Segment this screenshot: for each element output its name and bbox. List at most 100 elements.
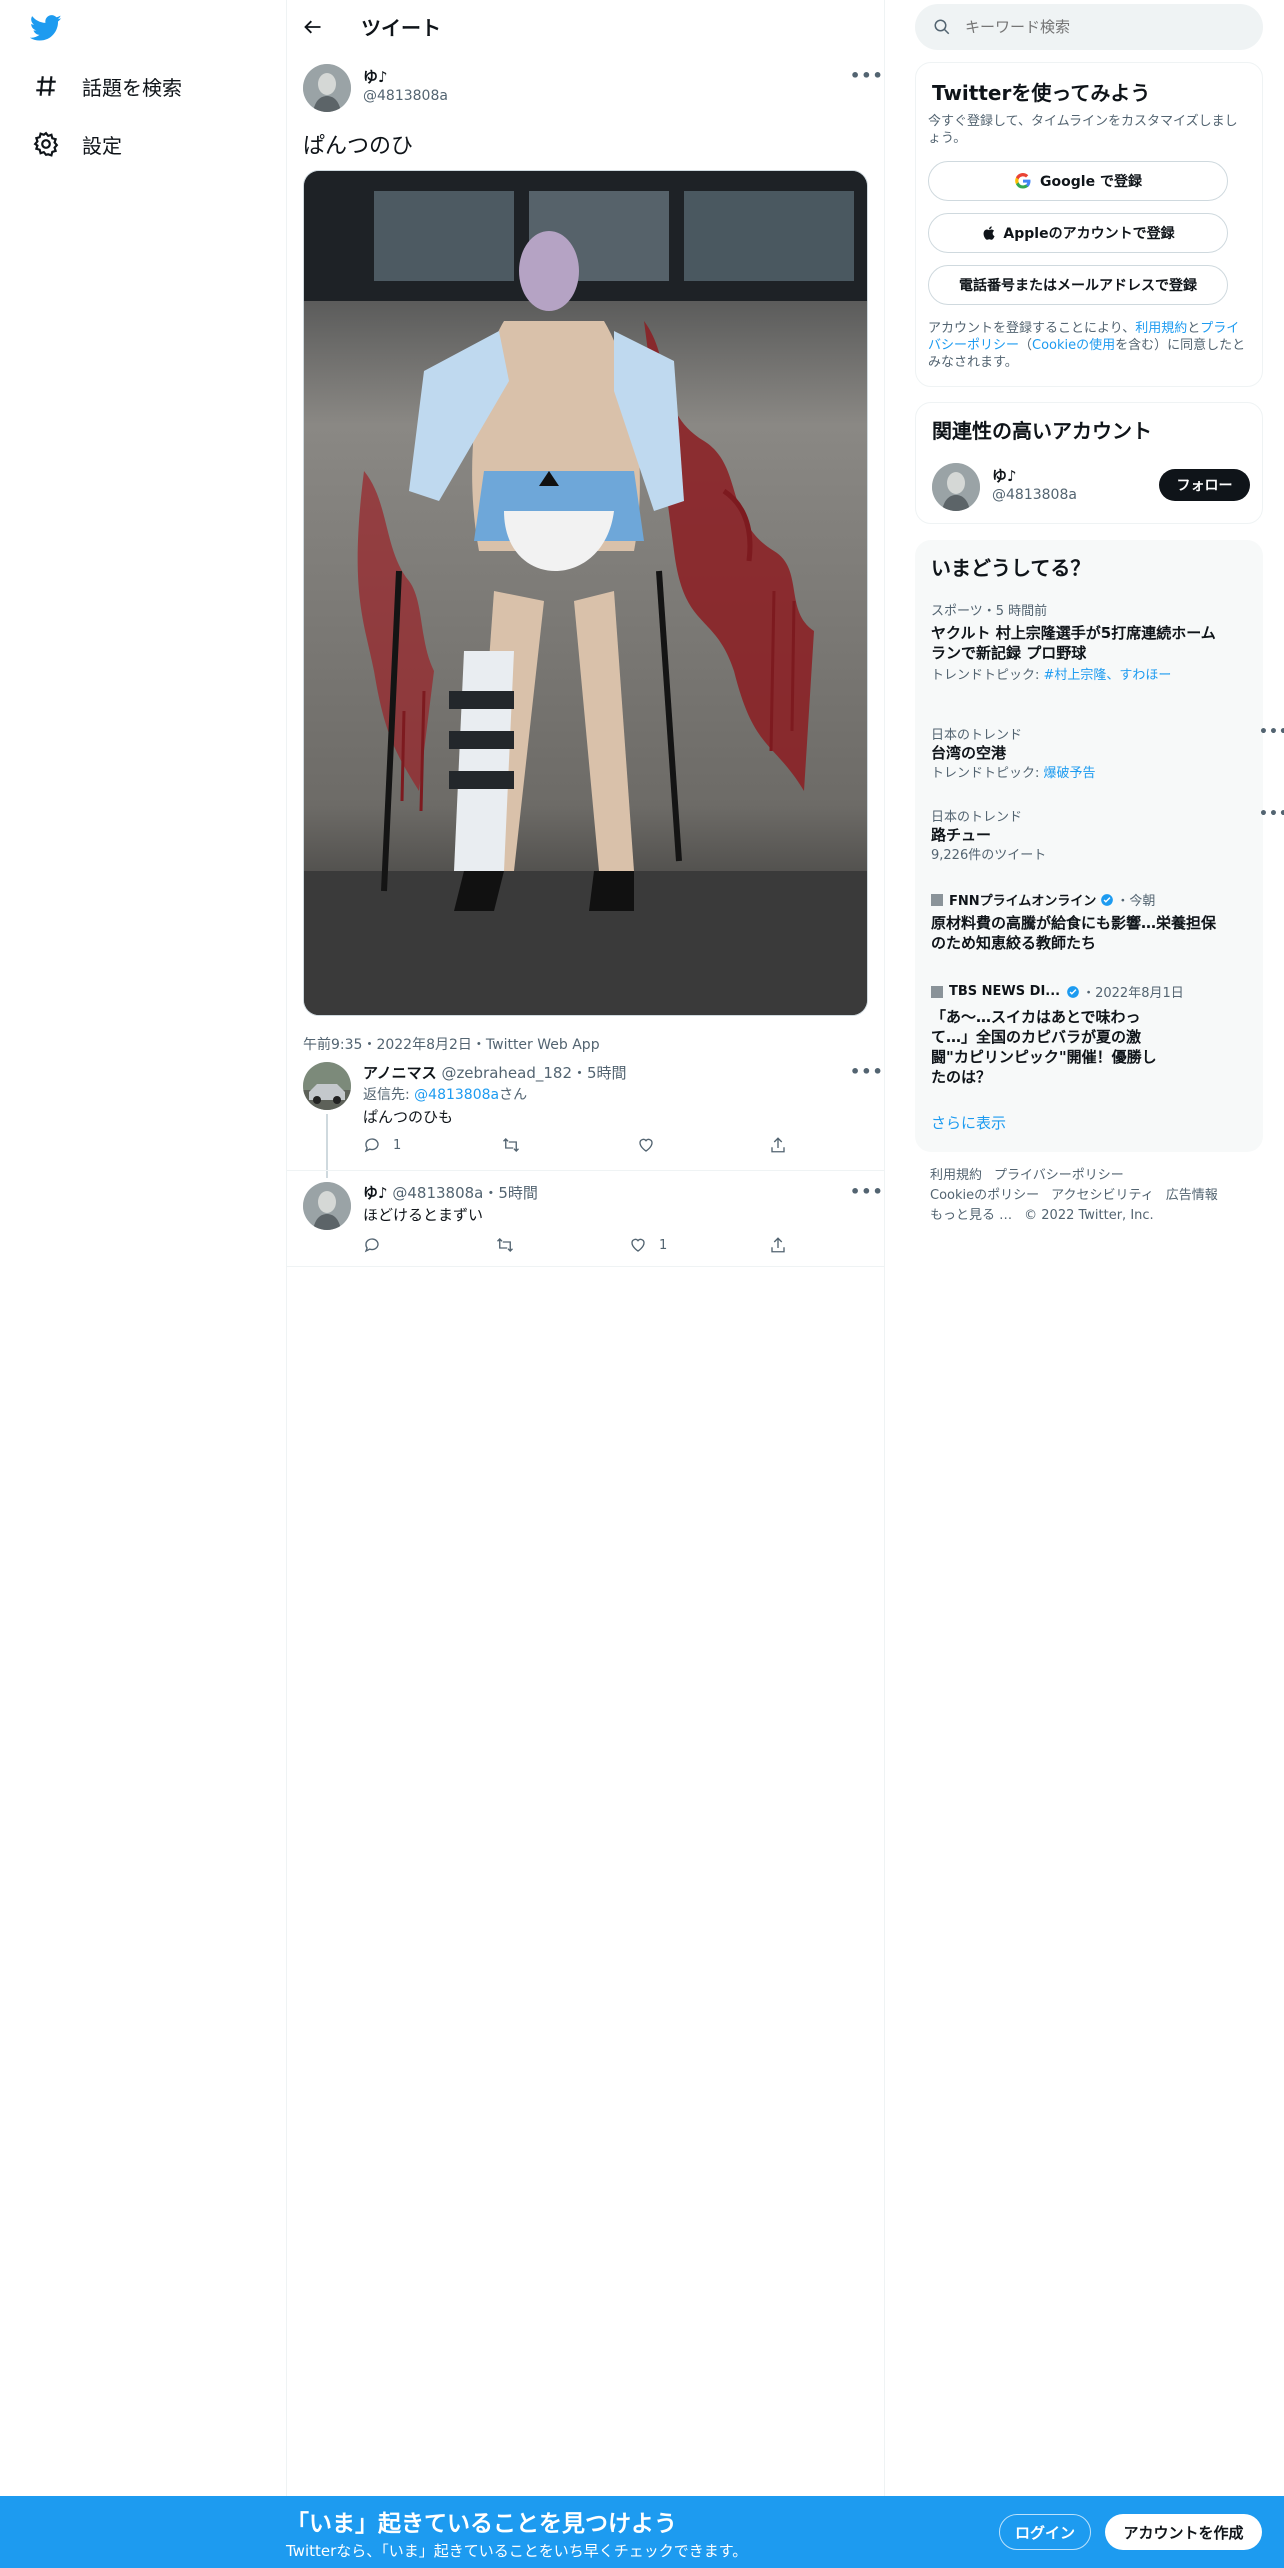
author-handle[interactable]: @4813808a	[363, 88, 448, 104]
terms-link[interactable]: 利用規約	[1135, 321, 1187, 336]
trend-topic-link[interactable]: #村上宗隆、すわほー	[1044, 668, 1172, 683]
trend-sub: 9,226件のツイート	[931, 848, 1047, 863]
related-handle[interactable]: @4813808a	[992, 487, 1077, 503]
reply-count: 1	[393, 1137, 402, 1153]
ellipsis-icon[interactable]: •••	[1259, 724, 1284, 740]
reply-to-label: 返信先:	[363, 1087, 410, 1103]
reply-author-handle[interactable]: @4813808a	[392, 1184, 483, 1202]
news-source-logo	[931, 893, 943, 906]
apple-signup-button[interactable]: Appleのアカウントで登録	[928, 213, 1228, 253]
share-icon	[771, 1237, 785, 1253]
like-button[interactable]	[637, 1136, 667, 1154]
back-arrow-icon[interactable]	[295, 9, 331, 45]
reply-button[interactable]	[363, 1236, 393, 1254]
footer-link[interactable]: 利用規約	[930, 1168, 982, 1183]
news-item[interactable]: FNNプライムオンライン ・今朝 原材料費の高騰が給食にも影響…栄養担保のため知…	[931, 890, 1221, 953]
trend-topic-link[interactable]: 爆破予告	[1044, 766, 1096, 781]
reply-icon	[364, 1138, 379, 1153]
twitter-logo-icon[interactable]	[29, 12, 66, 48]
retweet-button[interactable]	[501, 1136, 533, 1154]
share-button[interactable]	[769, 1236, 799, 1254]
google-signup-label: Google で登録	[1040, 174, 1142, 190]
reply-time[interactable]: ・5時間	[483, 1184, 538, 1202]
news-time: ・今朝	[1116, 894, 1156, 909]
footer-link[interactable]: アクセシビリティ	[1051, 1188, 1154, 1203]
tweet-photo[interactable]	[303, 170, 868, 1016]
author-name[interactable]: ゆ♪	[363, 66, 388, 87]
reply-icon	[364, 1238, 379, 1253]
news-source-logo	[931, 985, 943, 998]
ellipsis-icon[interactable]: •••	[1259, 806, 1284, 822]
nav-settings[interactable]: 設定	[30, 122, 122, 166]
search-bar[interactable]	[915, 4, 1263, 50]
show-more-link[interactable]: さらに表示	[931, 1112, 1006, 1133]
trend-title: 台湾の空港	[931, 744, 1007, 762]
thread-line	[326, 1114, 328, 1178]
like-button[interactable]: 1	[629, 1236, 667, 1254]
trend-item[interactable]: 日本のトレンド 台湾の空港 トレンドトピック: 爆破予告	[931, 724, 1221, 782]
phone-email-signup-button[interactable]: 電話番号またはメールアドレスで登録	[928, 265, 1228, 305]
search-icon	[934, 19, 950, 35]
trends-card: いまどうしてる？ スポーツ・5 時間前 ヤクルト 村上宗隆選手が5打席連続ホーム…	[915, 540, 1284, 1152]
divider	[287, 1266, 884, 1267]
retweet-button[interactable]	[495, 1236, 527, 1254]
search-input[interactable]	[965, 18, 1245, 36]
signup-legal-text: アカウントを登録することにより、利用規約とプライバシーポリシー（Cookieの使…	[928, 320, 1248, 371]
divider	[287, 1170, 884, 1171]
share-button[interactable]	[769, 1136, 799, 1154]
hashtag-icon	[30, 70, 62, 102]
tweet-more-icon[interactable]: •••	[850, 66, 884, 85]
footer-link[interactable]: Cookieのポリシー	[930, 1188, 1039, 1203]
trend-item[interactable]: 日本のトレンド 路チュー 9,226件のツイート	[931, 806, 1221, 864]
signup-card-subtitle: 今すぐ登録して、タイムラインをカスタマイズしましょう。	[928, 114, 1238, 146]
signup-card: Twitterを使ってみよう 今すぐ登録して、タイムラインをカスタマイズしましょ…	[915, 62, 1263, 387]
trend-title: ヤクルト 村上宗隆選手が5打席連続ホームランで新記録 プロ野球	[931, 624, 1216, 662]
verified-badge-icon	[1066, 985, 1080, 999]
share-icon	[771, 1137, 785, 1153]
tweet-timestamp[interactable]: 午前9:35・2022年8月2日・Twitter Web App	[303, 1034, 600, 1054]
signup-card-title: Twitterを使ってみよう	[932, 81, 1151, 105]
reply-avatar[interactable]	[303, 1062, 351, 1110]
trend-title: 路チュー	[931, 826, 992, 844]
retweet-icon	[503, 1138, 519, 1152]
page-header: ツイート	[287, 0, 884, 53]
create-account-button[interactable]: アカウントを作成	[1105, 2514, 1262, 2550]
news-source-name: TBS NEWS DI...	[949, 984, 1061, 999]
login-button[interactable]: ログイン	[999, 2514, 1091, 2550]
news-source-line: FNNプライムオンライン ・今朝	[931, 890, 1221, 909]
related-card-title: 関連性の高いアカウント	[932, 419, 1152, 443]
reply-more-icon[interactable]: •••	[850, 1182, 884, 1201]
reply-avatar[interactable]	[303, 1182, 351, 1230]
news-title: 原材料費の高騰が給食にも影響…栄養担保のため知恵絞る教師たち	[931, 914, 1217, 952]
trend-item[interactable]: スポーツ・5 時間前 ヤクルト 村上宗隆選手が5打席連続ホームランで新記録 プロ…	[931, 600, 1221, 684]
reply-to-suffix: さん	[499, 1087, 528, 1103]
reply-to-line: 返信先: @4813808aさん	[363, 1084, 527, 1104]
footer-link[interactable]: プライバシーポリシー	[994, 1168, 1124, 1183]
google-icon	[1014, 172, 1032, 190]
follow-button[interactable]: フォロー	[1159, 469, 1250, 501]
copyright: © 2022 Twitter, Inc.	[1024, 1208, 1154, 1223]
trend-category: スポーツ・5 時間前	[931, 604, 1048, 619]
reply-author-handle[interactable]: @zebrahead_182	[441, 1064, 572, 1082]
cookie-link[interactable]: Cookieの使用	[1032, 338, 1115, 353]
related-avatar[interactable]	[932, 463, 980, 511]
reply-button[interactable]: 1	[363, 1136, 401, 1154]
google-signup-button[interactable]: Google で登録	[928, 161, 1228, 201]
author-avatar[interactable]	[303, 64, 351, 112]
footer-links: 利用規約 プライバシーポリシー Cookieのポリシー アクセシビリティ 広告情報 も…	[930, 1166, 1250, 1226]
reply-to-handle[interactable]: @4813808a	[414, 1087, 499, 1103]
nav-explore[interactable]: 話題を検索	[30, 64, 182, 108]
footer-more-link[interactable]: もっと見る …	[930, 1208, 1012, 1223]
trend-category: 日本のトレンド	[931, 728, 1023, 743]
reply-time[interactable]: ・5時間	[572, 1064, 627, 1082]
nav-settings-label: 設定	[82, 133, 122, 158]
footer-link[interactable]: 広告情報	[1166, 1188, 1218, 1203]
reply-author-name[interactable]: ゆ♪	[363, 1184, 388, 1202]
news-item[interactable]: TBS NEWS DI... ・2022年8月1日 「あ～…スイカはあとで味わっ…	[931, 982, 1221, 1087]
related-name[interactable]: ゆ♪	[992, 465, 1017, 486]
legal-prefix: アカウントを登録することにより、	[928, 321, 1136, 336]
reply-author-name[interactable]: アノニマス	[363, 1064, 437, 1082]
reply-more-icon[interactable]: •••	[850, 1062, 884, 1081]
trend-sub-prefix: トレンドトピック:	[931, 668, 1044, 683]
news-source-name: FNNプライムオンライン	[949, 894, 1097, 909]
